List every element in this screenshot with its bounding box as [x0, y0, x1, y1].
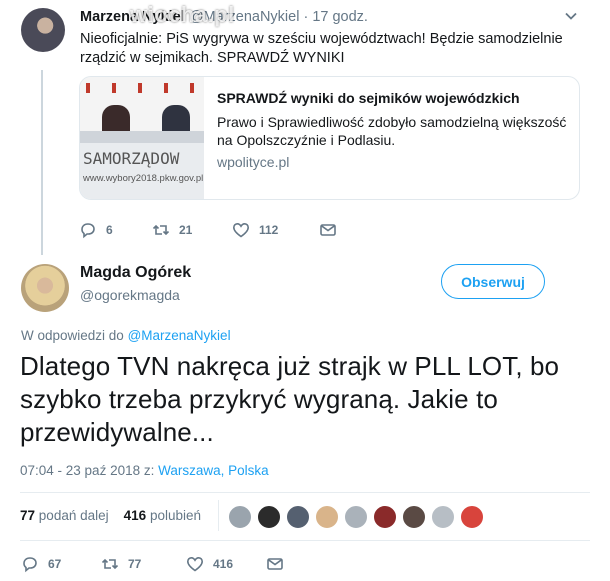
liker-avatar[interactable]	[315, 505, 339, 529]
message-button[interactable]	[319, 221, 337, 239]
reply-context: W odpowiedzi do @MarzenaNykiel	[21, 328, 231, 343]
follow-button[interactable]: Obserwuj	[441, 264, 545, 299]
card-domain: wpolityce.pl	[217, 154, 290, 170]
tweet-action-bar: 67 77 416	[21, 555, 284, 573]
reply-count: 67	[48, 557, 62, 571]
tweet-text: Dlatego TVN nakręca już strajk w PLL LOT…	[20, 351, 560, 447]
liker-avatar[interactable]	[402, 505, 426, 529]
retweet-count: 77	[128, 557, 142, 571]
liker-avatar[interactable]	[286, 505, 310, 529]
like-icon	[232, 222, 250, 238]
reply-prefix: W odpowiedzi do	[21, 328, 124, 343]
message-icon	[267, 558, 283, 570]
retweets-stat-label: podań dalej	[38, 508, 109, 523]
like-button[interactable]: 416	[186, 555, 266, 573]
card-title: SPRAWDŹ wyniki do sejmików wojewódzkich	[217, 90, 520, 106]
liker-avatar[interactable]	[228, 505, 252, 529]
likes-stat-count: 416	[123, 508, 147, 523]
link-card[interactable]: SAMORZĄDOW www.wybory2018.pkw.gov.pl SPR…	[79, 76, 580, 200]
retweet-count: 21	[179, 223, 193, 237]
card-image-logos	[86, 83, 198, 93]
reply-icon	[23, 557, 37, 573]
likes-stat-label: polubień	[149, 508, 201, 523]
like-icon	[186, 556, 204, 572]
tweet-meta: 07:04 - 23 paź 2018 z: Warszawa, Polska	[20, 463, 269, 478]
reply-button[interactable]: 6	[79, 221, 152, 239]
like-count: 416	[213, 557, 234, 571]
author-handle[interactable]: @ogorekmagda	[80, 287, 180, 303]
card-image: SAMORZĄDOW www.wybory2018.pkw.gov.pl	[80, 77, 204, 199]
retweets-stat-count: 77	[20, 508, 36, 523]
message-icon	[320, 224, 336, 236]
stats-separator	[218, 500, 219, 531]
divider	[20, 492, 590, 493]
message-button[interactable]	[266, 555, 284, 573]
liker-avatar[interactable]	[460, 505, 484, 529]
card-description: Prawo i Sprawiedliwość zdobyło samodziel…	[217, 114, 567, 148]
liker-avatar[interactable]	[373, 505, 397, 529]
parent-tweet-text: Nieoficjalnie: PiS wygrywa w sześciu woj…	[80, 31, 563, 66]
likes-stat[interactable]: 416 polubień	[124, 508, 201, 523]
retweet-icon	[152, 224, 170, 236]
thread-line	[41, 70, 43, 255]
parent-avatar[interactable]	[21, 8, 65, 52]
chevron-down-icon[interactable]	[565, 10, 577, 22]
tweet-timestamp[interactable]: 07:04 - 23 paź 2018 z:	[20, 463, 154, 478]
liker-avatar[interactable]	[257, 505, 281, 529]
card-image-caption: SAMORZĄDOW	[83, 149, 180, 168]
retweet-button[interactable]: 77	[101, 555, 186, 573]
author-name[interactable]: Magda Ogórek	[80, 264, 191, 282]
reply-button[interactable]: 67	[21, 555, 101, 573]
reply-count: 6	[106, 223, 113, 237]
like-button[interactable]: 112	[232, 221, 319, 239]
retweet-icon	[101, 558, 119, 570]
like-count: 112	[259, 223, 279, 237]
tweet-location-link[interactable]: Warszawa, Polska	[158, 463, 269, 478]
liker-avatar[interactable]	[431, 505, 455, 529]
reply-handle-link[interactable]: @MarzenaNykiel	[128, 328, 231, 343]
divider	[20, 540, 590, 541]
card-image-url: www.wybory2018.pkw.gov.pl	[83, 173, 204, 184]
watermark: wiocha.pl	[130, 2, 235, 27]
retweets-stat[interactable]: 77 podań dalej	[20, 508, 109, 523]
author-avatar[interactable]	[21, 264, 69, 312]
engagement-stats: 77 podań dalej 416 polubień	[20, 508, 201, 523]
liker-avatar[interactable]	[344, 505, 368, 529]
reply-icon	[81, 223, 95, 239]
liker-avatars	[228, 505, 489, 529]
retweet-button[interactable]: 21	[152, 221, 232, 239]
parent-action-bar: 6 21 112	[79, 221, 337, 239]
card-image-desk	[80, 131, 204, 143]
parent-timestamp[interactable]: · 17 godz.	[303, 9, 368, 25]
